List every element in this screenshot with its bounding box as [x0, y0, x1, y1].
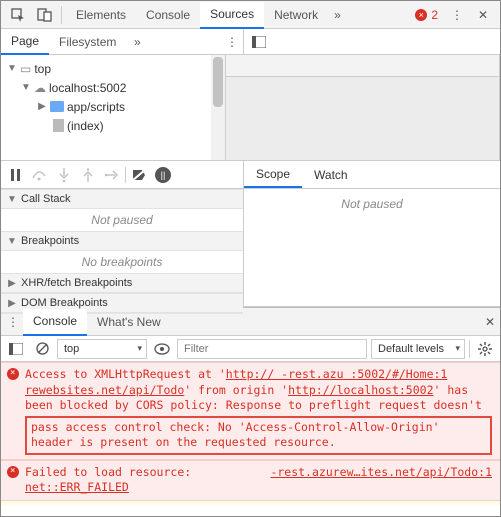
step-into-icon[interactable]: [53, 165, 75, 185]
toggle-sidebar-icon[interactable]: [248, 36, 270, 48]
navigator-pane: ▼ ▭ top ▼ ☁ localhost:5002 ▶ app/scripts…: [1, 55, 226, 160]
tab-label: Elements: [76, 8, 126, 22]
section-xhr-breakpoints[interactable]: ▶ XHR/fetch Breakpoints: [1, 273, 243, 293]
file-icon: [53, 119, 64, 132]
context-selector[interactable]: top: [57, 339, 147, 359]
live-expression-icon[interactable]: [151, 343, 173, 355]
console-error-failed[interactable]: Failed to load resource: -rest.azurew…it…: [1, 460, 500, 501]
tree-label: app/scripts: [67, 100, 125, 114]
tab-watch[interactable]: Watch: [302, 161, 360, 188]
step-out-icon[interactable]: [77, 165, 99, 185]
error-count: 2: [431, 8, 438, 22]
tree-root[interactable]: ▼ ▭ top: [7, 59, 219, 78]
clear-console-icon[interactable]: [31, 342, 53, 355]
sidebar-toggle-icon[interactable]: [5, 343, 27, 355]
divider: [125, 167, 126, 183]
tab-label: Scope: [256, 167, 290, 181]
window-icon: ▭: [20, 62, 31, 76]
highlighted-error: pass access control check: No 'Access-Co…: [25, 416, 492, 455]
divider: [469, 340, 470, 358]
log-url: http:// -rest.azu :5002/#/Home:1: [226, 367, 448, 381]
tree-label: top: [34, 62, 51, 76]
tree-label: localhost:5002: [49, 81, 126, 95]
chevron-down-icon: ▼: [7, 63, 17, 74]
divider: [61, 6, 62, 24]
tree-file[interactable]: (index): [7, 116, 219, 135]
subtab-label: Filesystem: [59, 35, 116, 49]
log-levels-selector[interactable]: Default levels: [371, 339, 465, 359]
log-source-link[interactable]: -rest.azurew…ites.net/api/Todo:1: [270, 465, 492, 481]
cloud-icon: ☁: [34, 81, 46, 95]
navigator-menu-icon[interactable]: ⋮: [221, 35, 243, 49]
more-tabs-icon[interactable]: »: [328, 1, 347, 28]
log-url: rewebsites.net/api/Todo: [25, 383, 184, 397]
scope-empty: Not paused: [244, 189, 500, 215]
error-count-badge[interactable]: × 2: [415, 8, 438, 22]
tab-label: Console: [33, 314, 77, 328]
chevron-right-icon: ▶: [37, 101, 47, 112]
tab-network[interactable]: Network: [264, 1, 328, 28]
levels-value: Default levels: [378, 343, 444, 355]
pause-icon[interactable]: [5, 165, 27, 185]
tab-elements[interactable]: Elements: [66, 1, 136, 28]
close-devtools-icon[interactable]: ✕: [470, 3, 496, 27]
chevron-down-icon: ▼: [7, 236, 17, 247]
chevron-right-icon: ▶: [7, 298, 17, 309]
chevron-down-icon: ▼: [21, 82, 31, 93]
subtab-label: Page: [11, 34, 39, 48]
tree-origin[interactable]: ▼ ☁ localhost:5002: [7, 78, 219, 97]
inspect-icon[interactable]: [5, 3, 31, 27]
section-title: XHR/fetch Breakpoints: [21, 277, 132, 289]
tab-scope[interactable]: Scope: [244, 161, 302, 188]
log-text: Access to XMLHttpRequest at ': [25, 367, 226, 381]
section-title: Call Stack: [21, 193, 71, 205]
tree-folder[interactable]: ▶ app/scripts: [7, 97, 219, 116]
close-drawer-icon[interactable]: ✕: [480, 315, 500, 329]
step-icon[interactable]: [101, 165, 123, 185]
log-text: Failed to load resource:: [25, 465, 191, 479]
more-subtabs-icon[interactable]: »: [126, 35, 148, 49]
tab-label: Network: [274, 8, 318, 22]
navigator-scrollbar[interactable]: [211, 55, 225, 160]
error-icon: ×: [415, 9, 427, 21]
error-icon: [7, 368, 19, 380]
section-title: Breakpoints: [21, 235, 79, 247]
tab-label: Console: [146, 8, 190, 22]
tab-label: Sources: [210, 7, 254, 21]
editor-tabstrip: [226, 55, 499, 77]
section-call-stack[interactable]: ▼ Call Stack: [1, 189, 243, 209]
tab-console[interactable]: Console: [136, 1, 200, 28]
subtab-page[interactable]: Page: [1, 30, 49, 55]
log-text: ' from origin ': [184, 383, 288, 397]
log-url: http://localhost:5002: [288, 383, 433, 397]
editor-pane: [226, 55, 500, 160]
console-filter-input[interactable]: [177, 339, 367, 359]
step-over-icon[interactable]: [29, 165, 51, 185]
debugger-controls: ||: [1, 161, 244, 188]
device-toggle-icon[interactable]: [31, 3, 57, 27]
tab-sources[interactable]: Sources: [200, 2, 264, 29]
chevron-right-icon: ▶: [7, 278, 17, 289]
log-text: net::ERR_FAILED: [25, 480, 129, 494]
subtab-filesystem[interactable]: Filesystem: [49, 29, 126, 54]
drawer-tab-whatsnew[interactable]: What's New: [87, 308, 171, 335]
deactivate-breakpoints-icon[interactable]: [128, 165, 150, 185]
error-icon: [7, 466, 19, 478]
tab-label: What's New: [97, 315, 161, 329]
console-error-cors[interactable]: Access to XMLHttpRequest at 'http:// -re…: [1, 362, 500, 460]
tree-label: (index): [67, 119, 104, 133]
kebab-menu-icon[interactable]: ⋮: [444, 3, 470, 27]
call-stack-empty: Not paused: [1, 209, 243, 231]
console-settings-icon[interactable]: [474, 342, 496, 356]
drawer-tab-console[interactable]: Console: [23, 309, 87, 336]
tab-label: Watch: [314, 168, 348, 182]
folder-icon: [50, 101, 64, 112]
chevron-down-icon: ▼: [7, 194, 17, 205]
breakpoints-empty: No breakpoints: [1, 251, 243, 273]
drawer-menu-icon[interactable]: ⋮: [3, 315, 23, 329]
console-warning-sourcemap[interactable]: DevTools failed to parse SourceMap: chro…: [1, 501, 500, 505]
section-breakpoints[interactable]: ▼ Breakpoints: [1, 231, 243, 251]
pause-exceptions-icon[interactable]: ||: [152, 165, 174, 185]
context-value: top: [64, 343, 79, 355]
